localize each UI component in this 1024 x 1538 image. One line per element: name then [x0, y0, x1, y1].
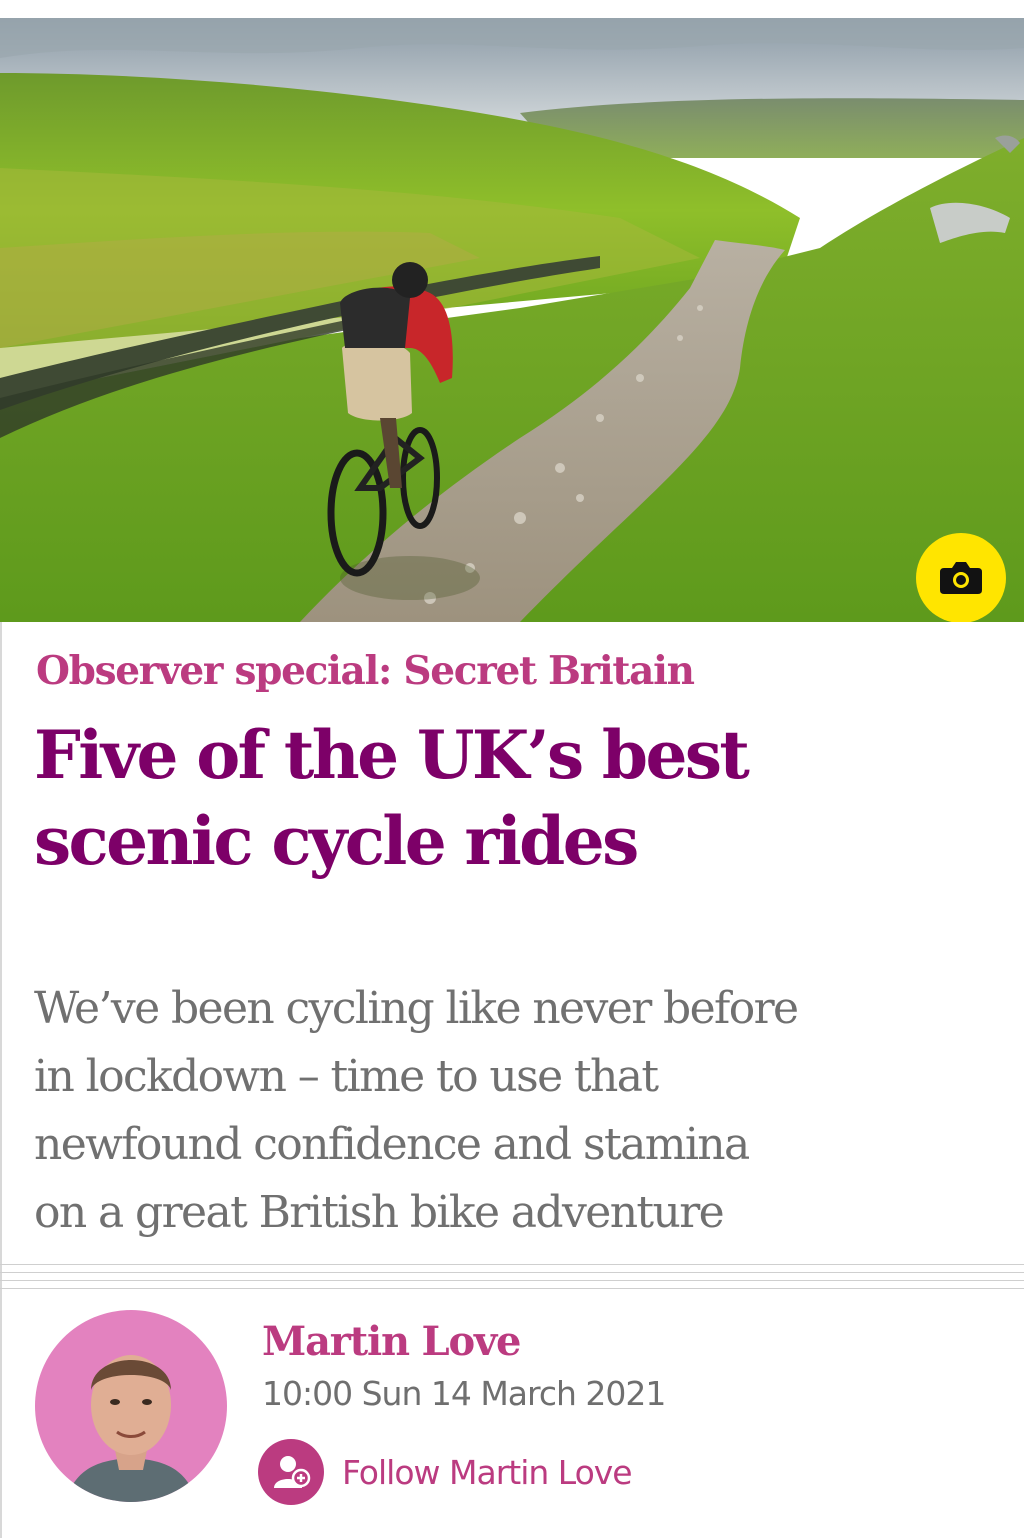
follow-author-button[interactable]: Follow Martin Love [258, 1438, 633, 1506]
hero-photo-cyclist [0, 18, 1024, 622]
divider-line [0, 1288, 1024, 1289]
article-kicker[interactable]: Observer special: Secret Britain [36, 648, 695, 694]
add-user-icon [258, 1439, 324, 1505]
article-standfirst: We’ve been cycling like never before in … [34, 975, 994, 1247]
headline-line-1: Five of the UK’s best [34, 716, 750, 794]
hero-image[interactable] [0, 18, 1024, 622]
camera-button[interactable] [916, 533, 1006, 622]
section-divider [0, 1264, 1024, 1296]
standfirst-line: on a great British bike adventure [34, 1187, 725, 1238]
author-avatar[interactable] [35, 1310, 227, 1502]
status-bar-strip [0, 0, 1024, 18]
camera-icon [940, 562, 982, 594]
standfirst-line: in lockdown – time to use that [34, 1051, 659, 1102]
author-portrait [65, 1355, 197, 1502]
divider-line [0, 1272, 1024, 1273]
author-name[interactable]: Martin Love [262, 1318, 521, 1365]
divider-line [0, 1280, 1024, 1281]
standfirst-line: We’ve been cycling like never before [34, 983, 799, 1034]
left-edge-divider [0, 622, 2, 1538]
standfirst-line: newfound confidence and stamina [34, 1119, 750, 1170]
headline-line-2: scenic cycle rides [34, 802, 639, 880]
article-headline: Five of the UK’s best scenic cycle rides [34, 712, 994, 884]
publish-timestamp: 10:00 Sun 14 March 2021 [262, 1374, 666, 1413]
follow-author-label: Follow Martin Love [342, 1452, 633, 1492]
divider-line [0, 1264, 1024, 1265]
